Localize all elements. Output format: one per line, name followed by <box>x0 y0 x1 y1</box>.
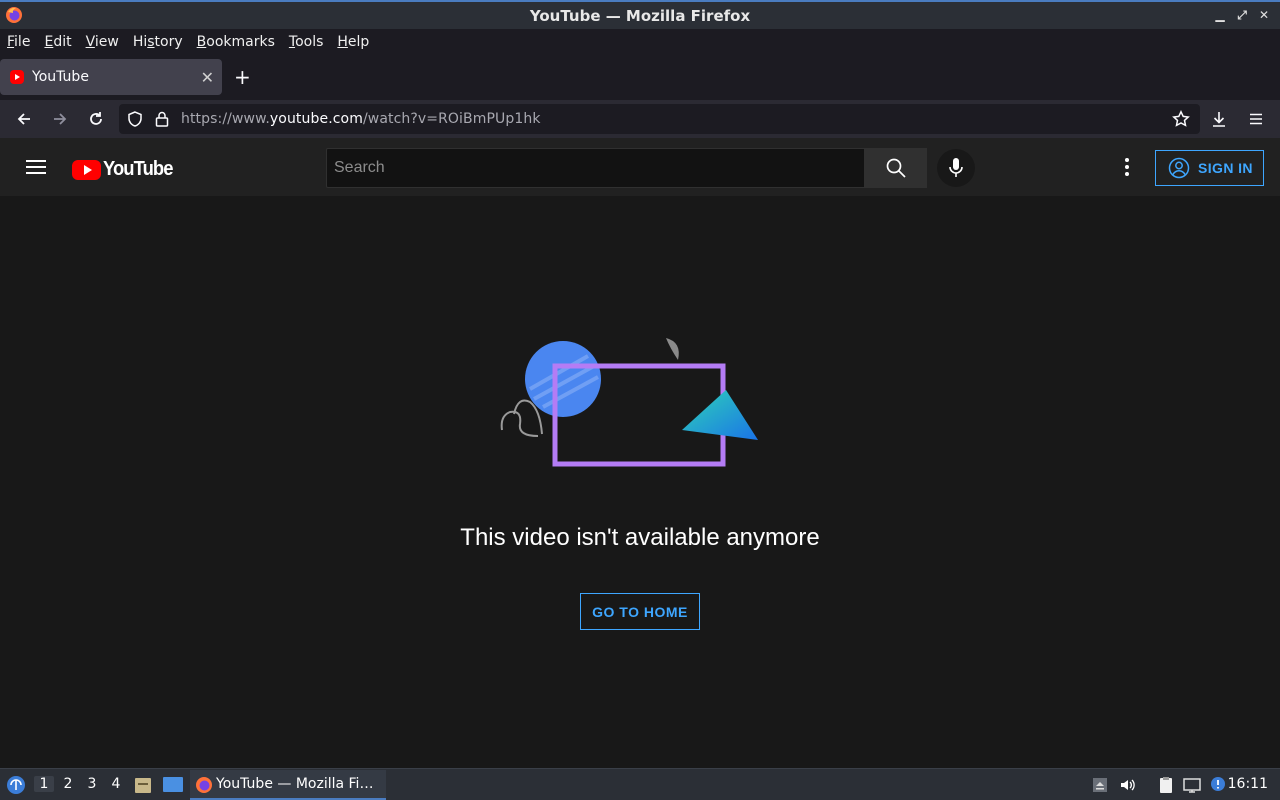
firefox-logo-icon <box>6 7 22 23</box>
maximize-icon[interactable]: ⤢ <box>1234 7 1250 23</box>
sign-in-label: SIGN IN <box>1198 160 1253 176</box>
tracking-protection-icon[interactable] <box>127 111 143 127</box>
workspace-1[interactable]: 1 <box>34 776 54 792</box>
guide-menu-icon[interactable] <box>26 160 46 174</box>
menu-edit[interactable]: Edit <box>44 34 71 50</box>
system-taskbar: 1 2 3 4 YouTube — Mozilla Fi… 16:11 <box>0 768 1280 800</box>
close-window-icon[interactable]: ✕ <box>1256 7 1272 23</box>
new-tab-icon[interactable]: + <box>234 67 251 87</box>
search-button[interactable] <box>865 148 927 188</box>
window-titlebar: YouTube — Mozilla Firefox ▁ ⤢ ✕ <box>0 0 1280 29</box>
workspace-4[interactable]: 4 <box>106 776 126 792</box>
clock: 16:11 <box>1227 776 1268 792</box>
tab-bar: YouTube ✕ + <box>0 54 1280 100</box>
youtube-header: YouTube SIGN IN <box>0 138 1280 196</box>
eject-icon[interactable] <box>1091 776 1109 794</box>
tab-label: YouTube <box>32 69 89 85</box>
taskbar-item-label: YouTube — Mozilla Fi… <box>216 776 374 792</box>
voice-search-button[interactable] <box>937 149 975 187</box>
youtube-favicon-icon <box>10 70 24 84</box>
search-icon <box>886 158 906 178</box>
microphone-icon <box>949 158 963 177</box>
more-options-icon[interactable] <box>1116 155 1138 179</box>
menu-tools[interactable]: Tools <box>289 34 324 50</box>
lock-icon[interactable] <box>155 111 169 127</box>
network-icon[interactable] <box>1183 776 1201 794</box>
close-tab-icon[interactable]: ✕ <box>201 68 214 87</box>
app-menu-icon[interactable] <box>1245 108 1267 130</box>
youtube-logo[interactable]: YouTube <box>72 158 179 181</box>
reload-icon[interactable] <box>85 108 107 130</box>
youtube-wordmark: YouTube <box>103 158 173 180</box>
youtube-play-icon <box>72 159 101 180</box>
start-menu-icon[interactable] <box>6 775 26 795</box>
menu-bookmarks[interactable]: Bookmarks <box>197 34 275 50</box>
go-to-home-button[interactable]: GO TO HOME <box>580 593 700 630</box>
bookmark-star-icon[interactable] <box>1170 108 1192 130</box>
menu-view[interactable]: View <box>86 34 119 50</box>
volume-icon[interactable] <box>1119 776 1137 794</box>
workspace-3[interactable]: 3 <box>82 776 102 792</box>
url-text: https://www.youtube.com/watch?v=ROiBmPUp… <box>181 111 541 127</box>
menu-file[interactable]: File <box>7 34 30 50</box>
file-manager-icon[interactable] <box>134 775 152 795</box>
account-icon <box>1168 157 1190 179</box>
tab-youtube[interactable]: YouTube ✕ <box>0 59 222 95</box>
unavailable-message: This video isn't available anymore <box>460 524 820 551</box>
menu-help[interactable]: Help <box>337 34 369 50</box>
search-input[interactable] <box>327 149 864 187</box>
clipboard-icon[interactable] <box>1157 776 1175 794</box>
back-icon[interactable] <box>13 108 35 130</box>
forward-icon[interactable] <box>49 108 71 130</box>
menu-history[interactable]: History <box>133 34 183 50</box>
minimize-icon[interactable]: ▁ <box>1212 7 1228 23</box>
url-bar[interactable]: https://www.youtube.com/watch?v=ROiBmPUp… <box>119 104 1200 134</box>
search-box[interactable] <box>326 148 865 188</box>
sign-in-button[interactable]: SIGN IN <box>1155 150 1264 186</box>
downloads-icon[interactable] <box>1208 108 1230 130</box>
main-content: This video isn't available anymore GO TO… <box>0 196 1280 768</box>
firefox-taskbar-icon <box>196 777 212 793</box>
taskbar-item-firefox[interactable]: YouTube — Mozilla Fi… <box>190 770 386 800</box>
desktop-icon[interactable] <box>162 776 184 794</box>
window-title: YouTube — Mozilla Firefox <box>529 6 751 25</box>
unavailable-video-illustration <box>500 338 758 467</box>
menu-bar: File Edit View History Bookmarks Tools H… <box>0 29 1280 54</box>
navigation-bar: https://www.youtube.com/watch?v=ROiBmPUp… <box>0 100 1280 138</box>
notification-icon[interactable] <box>1209 776 1227 794</box>
workspace-2[interactable]: 2 <box>58 776 78 792</box>
